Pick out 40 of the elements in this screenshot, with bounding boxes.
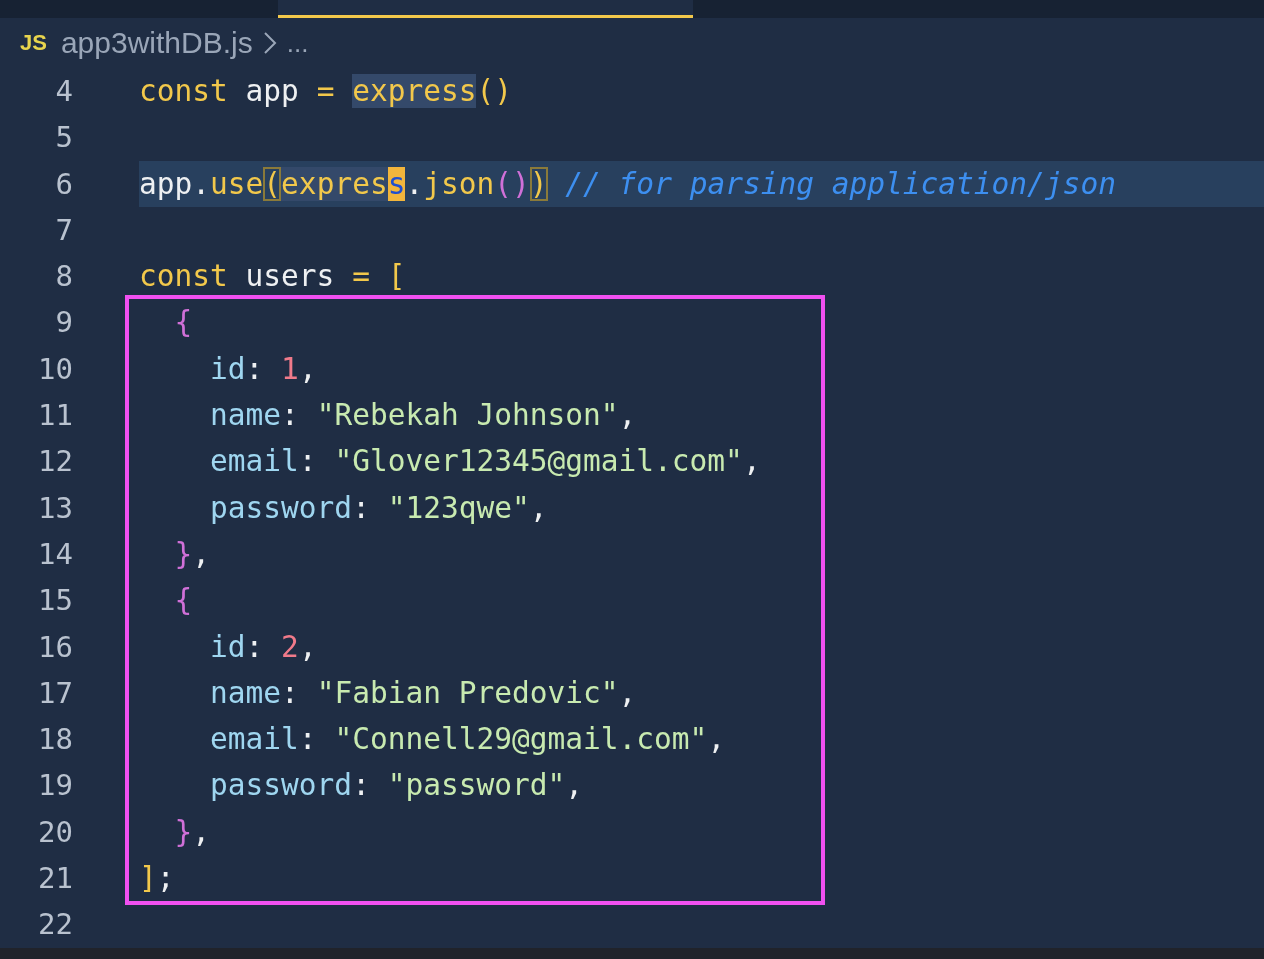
breadcrumb-file[interactable]: app3withDB.js	[60, 26, 253, 60]
js-file-icon: JS	[20, 30, 47, 56]
code-line: app.use(express.json()) // for parsing application/json	[139, 165, 1116, 203]
line-number: 4	[54, 73, 73, 110]
code-line: password: "password",	[209, 767, 584, 805]
line-number: 16	[37, 628, 73, 666]
code-line: id: 2,	[209, 628, 317, 666]
code-line: const users = [	[139, 258, 406, 296]
code-line: {	[173, 582, 193, 620]
line-number: 19	[37, 767, 73, 805]
line-number: 6	[54, 165, 73, 203]
code-line: name: "Fabian Predovic",	[209, 674, 637, 712]
line-number: 14	[37, 535, 73, 573]
code-line: id: 1,	[209, 350, 317, 388]
line-number: 5	[54, 119, 73, 157]
line-number: 17	[37, 674, 73, 712]
editor-tab[interactable]	[278, 0, 693, 18]
code-line: password: "123qwe",	[209, 489, 548, 527]
code-line: email: "Connell29@gmail.com",	[209, 721, 726, 759]
code-line: {	[173, 304, 193, 342]
code-line: email: "Glover12345@gmail.com",	[209, 443, 761, 481]
line-number: 15	[37, 582, 73, 620]
line-number: 21	[37, 860, 73, 898]
line-number: 22	[37, 906, 73, 944]
line-number: 8	[54, 258, 73, 296]
line-number: 13	[37, 489, 73, 527]
line-number: 10	[37, 350, 73, 388]
code-line: ];	[139, 860, 175, 898]
code-line: },	[173, 535, 211, 573]
chevron-icon	[262, 31, 277, 55]
code-line: const app = express()	[139, 73, 512, 110]
code-line: },	[173, 813, 211, 851]
line-number: 7	[54, 211, 73, 249]
line-number: 9	[54, 304, 73, 342]
code-line: name: "Rebekah Johnson",	[209, 397, 637, 435]
breadcrumb-ellipsis[interactable]: ...	[286, 27, 309, 59]
line-number: 12	[37, 443, 73, 481]
line-number: 11	[37, 397, 73, 435]
line-number: 18	[37, 721, 73, 759]
line-number: 20	[37, 813, 73, 851]
